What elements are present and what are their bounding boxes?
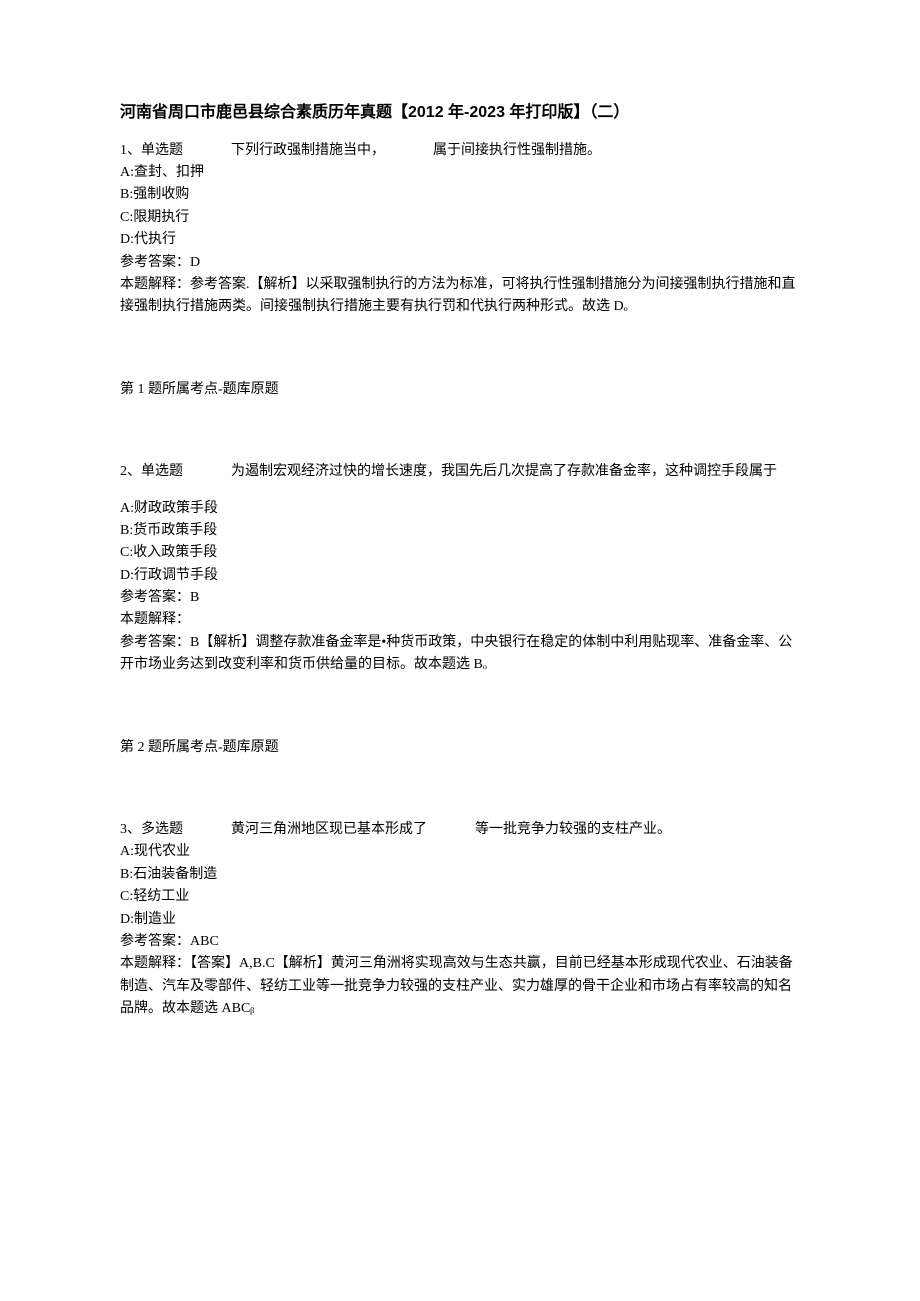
document-title: 河南省周口市鹿邑县综合素质历年真题【2012 年-2023 年打印版】（二）: [120, 100, 800, 126]
q1-header: 1、单选题 下列行政强制措施当中， 属于间接执行性强制措施。: [120, 140, 800, 162]
q1-footer: 第 1 题所属考点-题库原题: [120, 379, 800, 401]
q3-option-a: A:现代农业: [120, 841, 800, 863]
q2-header: 2、单选题 为遏制宏观经济过快的增长速度，我国先后几次提高了存款准备金率，这种调控…: [120, 461, 800, 483]
q2-option-d: D:行政调节手段: [120, 565, 800, 587]
q1-prefix: 1、单选题: [120, 143, 183, 158]
q1-option-a: A:查封、扣押: [120, 162, 800, 184]
q1-option-c: C:限期执行: [120, 207, 800, 229]
q1-option-b: B:强制收购: [120, 184, 800, 206]
q1-explanation: 本题解释：参考答案.【解析】以采取强制执行的方法为标准，可将执行性强制措施分为间…: [120, 274, 800, 319]
q3-option-b: B:石油装备制造: [120, 864, 800, 886]
q2-option-c: C:收入政策手段: [120, 542, 800, 564]
q3-text-b: 等一批竞争力较强的支柱产业。: [475, 822, 671, 837]
q2-explanation: 参考答案：B【解析】调整存款准备金率是•种货币政策，中央银行在稳定的体制中利用贴…: [120, 632, 800, 677]
q1-text-b: 属于间接执行性强制措施。: [433, 143, 601, 158]
q2-text: 为遏制宏观经济过快的增长速度，我国先后几次提高了存款准备金率，这种调控手段属于: [231, 464, 777, 479]
q3-prefix: 3、多选题: [120, 822, 183, 837]
q1-text-a: 下列行政强制措施当中，: [231, 143, 385, 158]
q3-option-c: C:轻纺工业: [120, 886, 800, 908]
q2-option-b: B:货币政策手段: [120, 520, 800, 542]
q3-text-a: 黄河三角洲地区现已基本形成了: [231, 822, 427, 837]
q3-header: 3、多选题 黄河三角洲地区现已基本形成了 等一批竞争力较强的支柱产业。: [120, 819, 800, 841]
q2-option-a: A:财政政策手段: [120, 498, 800, 520]
q1-option-d: D:代执行: [120, 229, 800, 251]
q1-answer: 参考答案：D: [120, 252, 800, 274]
q3-answer: 参考答案：ABC: [120, 931, 800, 953]
q3-option-d: D:制造业: [120, 909, 800, 931]
q2-explain-label: 本题解释：: [120, 609, 800, 631]
q2-footer: 第 2 题所属考点-题库原题: [120, 737, 800, 759]
q2-answer: 参考答案：B: [120, 587, 800, 609]
q2-prefix: 2、单选题: [120, 464, 183, 479]
q3-explanation: 本题解释：【答案】A,B.C【解析】黄河三角洲将实现高效与生态共赢，目前已经基本…: [120, 953, 800, 1020]
